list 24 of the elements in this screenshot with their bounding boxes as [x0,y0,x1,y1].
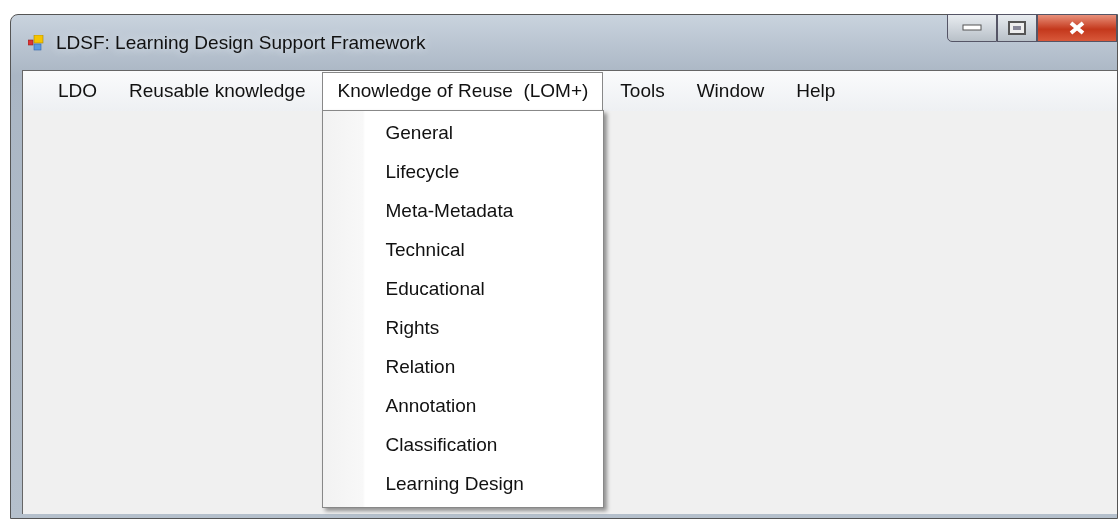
maximize-icon [1008,21,1026,35]
minimize-icon [962,24,982,32]
menu-item[interactable]: Tools [605,71,680,111]
dropdown-item[interactable]: Classification [323,424,604,464]
dropdown-item[interactable]: Lifecycle [323,151,604,191]
dropdown-item[interactable]: Learning Design [323,463,604,503]
menu-item[interactable]: Window [681,71,780,111]
dropdown-item[interactable]: Educational [323,268,604,308]
dropdown-item[interactable]: Meta-Metadata [323,190,604,230]
menu-item[interactable]: Reusable knowledge [114,71,321,111]
window-title: LDSF: Learning Design Support Framework [56,31,426,54]
dropdown-item[interactable]: Rights [323,307,604,347]
dropdown-item[interactable]: General [323,112,604,152]
minimize-button[interactable] [947,14,997,42]
close-icon [1068,21,1086,35]
menu-item[interactable]: Help [781,71,851,111]
dropdown-item[interactable]: Technical [323,229,604,269]
maximize-button[interactable] [997,14,1037,42]
menu-item[interactable]: LDO [43,71,113,111]
app-icon [28,34,46,51]
close-button[interactable] [1037,14,1117,42]
dropdown-item[interactable]: Relation [323,346,604,386]
menu-item[interactable]: Knowledge of Reuse (LOM+) [322,71,604,111]
dropdown-item[interactable]: Annotation [323,385,604,425]
